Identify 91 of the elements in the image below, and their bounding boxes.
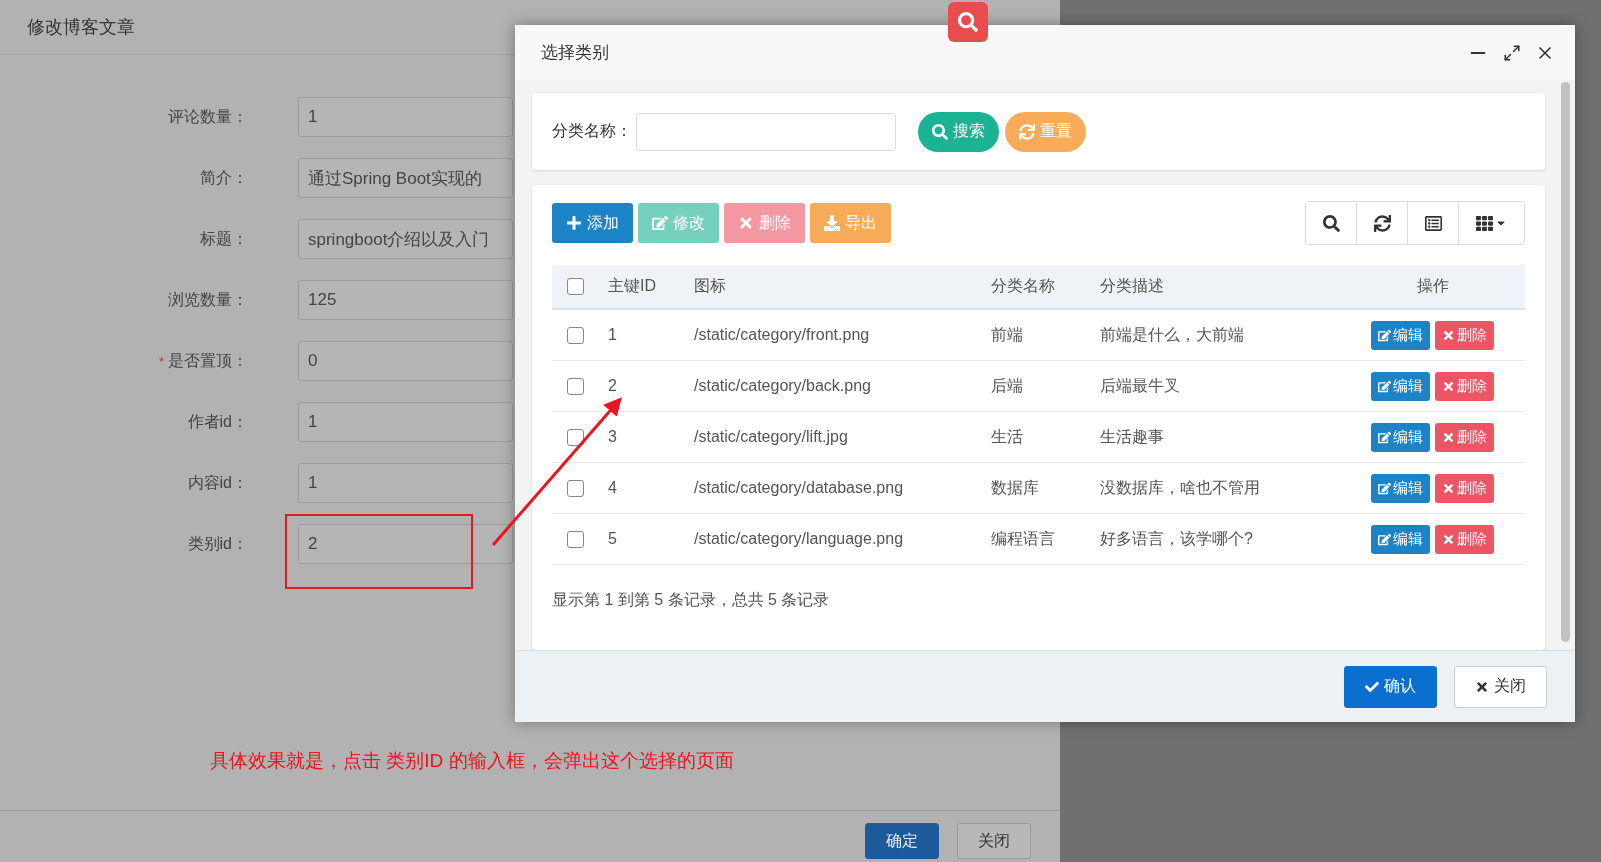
- edit-icon: [1378, 532, 1391, 546]
- input-field[interactable]: 1: [298, 463, 513, 503]
- checkbox[interactable]: [567, 479, 584, 497]
- close-button[interactable]: 关闭: [957, 823, 1031, 859]
- delete-button[interactable]: 删除: [1435, 473, 1494, 503]
- edit-icon: [1378, 481, 1391, 495]
- field-label: 分类名称：: [552, 121, 632, 141]
- cross-icon: [1442, 379, 1455, 393]
- table-cell-text: 编程语言: [990, 528, 1056, 549]
- table-cell-text: /static/category/lift.jpg: [693, 428, 849, 446]
- pagination-info: 显示第 1 到第 5 条记录，总共 5 条记录: [552, 590, 831, 610]
- edit-button[interactable]: 编辑: [1371, 473, 1430, 503]
- table-cell-text: 4: [607, 479, 618, 497]
- table-cell-text: 前端: [990, 324, 1024, 345]
- checkbox[interactable]: [567, 428, 584, 446]
- check-icon: [1365, 679, 1379, 694]
- input-field[interactable]: 通过Spring Boot实现的: [298, 158, 513, 198]
- table-cell-text: 生活趣事: [1099, 426, 1165, 447]
- input-field[interactable]: springboot介绍以及入门: [298, 219, 513, 259]
- input-field[interactable]: 1: [298, 97, 513, 137]
- input-field[interactable]: 2: [298, 524, 513, 564]
- edit-icon: [1378, 328, 1391, 342]
- column-header: 操作: [1415, 276, 1450, 296]
- search-icon: [932, 123, 948, 140]
- table-cell-text: 1: [607, 326, 618, 344]
- refresh-icon: [1019, 123, 1035, 140]
- close-button[interactable]: 关闭: [1454, 665, 1547, 708]
- table-cell-text: 5: [607, 530, 618, 548]
- download-icon: [824, 215, 840, 231]
- input-field[interactable]: 125: [298, 280, 513, 320]
- search-icon[interactable]: [1306, 202, 1357, 244]
- plus-icon: [566, 215, 582, 231]
- table-cell-text: 前端是什么，大前端: [1099, 324, 1245, 345]
- table-cell-text: 后端最牛叉: [1099, 375, 1181, 396]
- table-cell-text: /static/category/front.png: [693, 326, 871, 344]
- delete-button[interactable]: 删除: [1435, 524, 1494, 554]
- scrollbar[interactable]: [1561, 82, 1570, 642]
- field-label: 浏览数量：: [168, 289, 248, 310]
- table-cell-text: 没数据库，啥也不管用: [1099, 477, 1261, 498]
- panel-title: 修改博客文章: [27, 16, 135, 39]
- input-field[interactable]: 0: [298, 341, 513, 381]
- checkbox[interactable]: [567, 530, 584, 548]
- table-cell-text: /static/category/back.png: [693, 377, 872, 395]
- table-cell-text: 好多语言，该学哪个?: [1099, 528, 1254, 549]
- field-label: 标题：: [200, 228, 248, 249]
- maximize-icon[interactable]: [1503, 43, 1521, 62]
- required-mark: *: [158, 353, 164, 369]
- delete-button[interactable]: 删除: [1435, 320, 1494, 350]
- field-label: 是否置顶：: [168, 350, 248, 371]
- input-field[interactable]: 1: [298, 402, 513, 442]
- cross-icon: [1442, 328, 1455, 342]
- cross-icon: [1442, 532, 1455, 546]
- edit-button[interactable]: 编辑: [1371, 524, 1430, 554]
- delete-button[interactable]: 删除: [1435, 371, 1494, 401]
- annotation-text: 具体效果就是，点击 类别ID 的输入框，会弹出这个选择的页面: [210, 749, 735, 773]
- cross-icon: [1475, 679, 1489, 694]
- checkbox[interactable]: [567, 377, 584, 395]
- table-cell-text: 生活: [990, 426, 1024, 447]
- table-cell-text: 后端: [990, 375, 1024, 396]
- edit-button[interactable]: 编辑: [1371, 371, 1430, 401]
- table-cell-text: 3: [607, 428, 618, 446]
- table-cell-text: 2: [607, 377, 618, 395]
- field-label: 类别id：: [187, 533, 248, 554]
- field-label: 评论数量：: [168, 106, 248, 127]
- input-field[interactable]: [636, 112, 896, 151]
- edit-button[interactable]: 编辑: [1371, 422, 1430, 452]
- cross-icon: [1442, 481, 1455, 495]
- field-label: 作者id：: [187, 411, 248, 432]
- field-label: 内容id：: [187, 472, 248, 493]
- checkbox[interactable]: [567, 326, 584, 344]
- column-header: 主键ID: [607, 276, 657, 296]
- table-cell-text: /static/category/database.png: [693, 479, 905, 497]
- table-cell-text: 数据库: [990, 477, 1040, 498]
- edit-icon: [1378, 430, 1391, 444]
- column-header: 分类名称: [990, 276, 1056, 296]
- confirm-button[interactable]: 确认: [1344, 665, 1437, 708]
- field-label: 简介：: [200, 167, 248, 188]
- edit-icon: [652, 215, 668, 231]
- edit-button[interactable]: 编辑: [1371, 320, 1430, 350]
- cross-icon: [1442, 430, 1455, 444]
- cross-icon: [738, 215, 754, 231]
- dialog-title: 选择类别: [541, 42, 610, 64]
- edit-icon: [1378, 379, 1391, 393]
- delete-button[interactable]: 删除: [1435, 422, 1494, 452]
- add-button[interactable]: 添加: [552, 203, 633, 243]
- column-header: 图标: [693, 276, 727, 296]
- search-button[interactable]: 搜索: [918, 111, 999, 152]
- column-header: 分类描述: [1099, 276, 1165, 296]
- checkbox[interactable]: [567, 278, 584, 295]
- confirm-button[interactable]: 确定: [865, 823, 939, 859]
- table-cell-text: /static/category/language.png: [693, 530, 905, 548]
